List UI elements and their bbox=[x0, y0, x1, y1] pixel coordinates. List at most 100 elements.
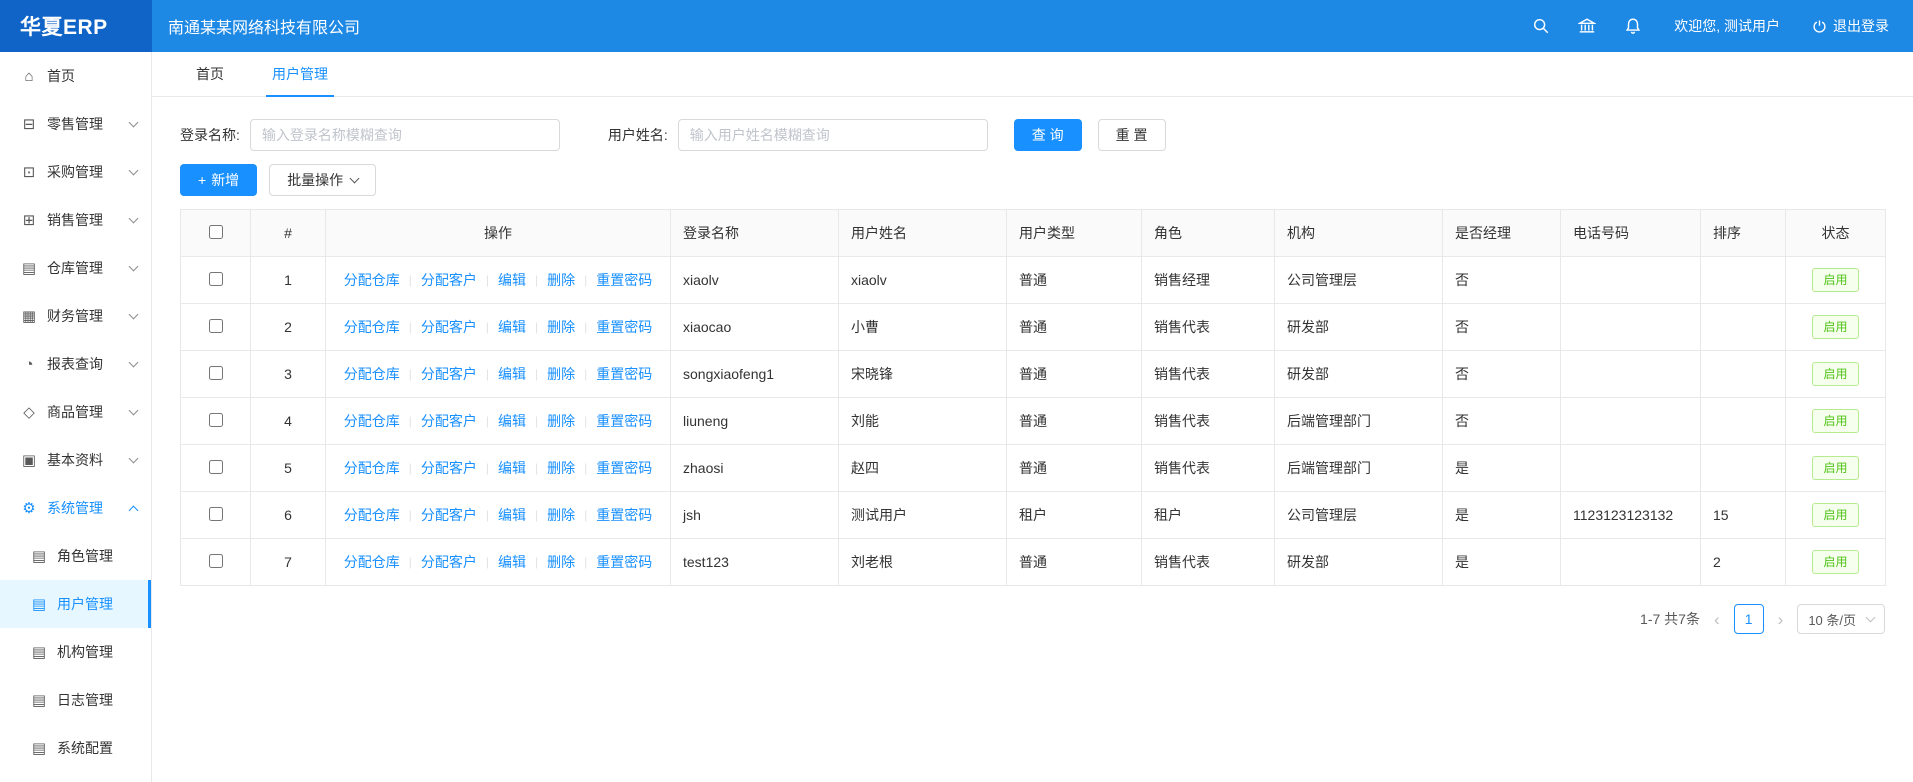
chevron-left-icon[interactable]: ‹ bbox=[1712, 611, 1722, 628]
row-checkbox[interactable] bbox=[209, 366, 223, 380]
doc-icon: ▤ bbox=[30, 643, 48, 661]
sidebar-subitem-user[interactable]: ▤用户管理 bbox=[0, 580, 151, 628]
status-badge[interactable]: 启用 bbox=[1812, 362, 1858, 386]
operations-group: 分配仓库|分配客户|编辑|删除|重置密码 bbox=[338, 458, 658, 478]
bank-icon[interactable] bbox=[1578, 17, 1596, 35]
tab-user-management[interactable]: 用户管理 bbox=[266, 52, 334, 96]
sidebar-subitem-role[interactable]: ▤角色管理 bbox=[0, 532, 151, 580]
edit-link[interactable]: 编辑 bbox=[498, 458, 526, 478]
assign-customer-link[interactable]: 分配客户 bbox=[421, 505, 477, 525]
row-checkbox[interactable] bbox=[209, 460, 223, 474]
sidebar-subitem-config[interactable]: ▤系统配置 bbox=[0, 724, 151, 772]
chevron-right-icon[interactable]: › bbox=[1776, 611, 1786, 628]
delete-link[interactable]: 删除 bbox=[547, 505, 575, 525]
row-checkbox[interactable] bbox=[209, 413, 223, 427]
select-all-checkbox[interactable] bbox=[209, 225, 223, 239]
search-button[interactable]: 查 询 bbox=[1014, 119, 1082, 151]
sidebar-item-label: 财务管理 bbox=[47, 306, 103, 326]
assign-customer-link[interactable]: 分配客户 bbox=[421, 317, 477, 337]
edit-link[interactable]: 编辑 bbox=[498, 317, 526, 337]
page-number-button[interactable]: 1 bbox=[1734, 604, 1764, 634]
column-header: 电话号码 bbox=[1561, 210, 1701, 257]
sidebar-item-report[interactable]: ◔报表查询 bbox=[0, 340, 151, 388]
assign-warehouse-link[interactable]: 分配仓库 bbox=[344, 505, 400, 525]
user-table: #操作登录名称用户姓名用户类型角色机构是否经理电话号码排序状态 1分配仓库|分配… bbox=[180, 209, 1886, 586]
sidebar-item-warehouse[interactable]: ▤仓库管理 bbox=[0, 244, 151, 292]
reset-password-link[interactable]: 重置密码 bbox=[596, 411, 652, 431]
edit-link[interactable]: 编辑 bbox=[498, 552, 526, 572]
assign-customer-link[interactable]: 分配客户 bbox=[421, 411, 477, 431]
delete-link[interactable]: 删除 bbox=[547, 270, 575, 290]
reset-password-link[interactable]: 重置密码 bbox=[596, 552, 652, 572]
reset-password-link[interactable]: 重置密码 bbox=[596, 458, 652, 478]
assign-warehouse-link[interactable]: 分配仓库 bbox=[344, 458, 400, 478]
row-checkbox[interactable] bbox=[209, 554, 223, 568]
op-divider: | bbox=[535, 320, 538, 334]
tab-home[interactable]: 首页 bbox=[190, 52, 230, 96]
login-name-input[interactable] bbox=[250, 119, 560, 151]
assign-customer-link[interactable]: 分配客户 bbox=[421, 458, 477, 478]
cell-phone bbox=[1561, 445, 1701, 492]
assign-warehouse-link[interactable]: 分配仓库 bbox=[344, 411, 400, 431]
chevron-down-icon bbox=[129, 358, 139, 368]
delete-link[interactable]: 删除 bbox=[547, 317, 575, 337]
operations-group: 分配仓库|分配客户|编辑|删除|重置密码 bbox=[338, 270, 658, 290]
assign-warehouse-link[interactable]: 分配仓库 bbox=[344, 317, 400, 337]
logout-button[interactable]: 退出登录 bbox=[1812, 16, 1889, 36]
reset-password-link[interactable]: 重置密码 bbox=[596, 505, 652, 525]
delete-link[interactable]: 删除 bbox=[547, 552, 575, 572]
search-icon[interactable] bbox=[1532, 17, 1550, 35]
page-size-select[interactable]: 10 条/页 bbox=[1797, 604, 1885, 634]
sidebar-item-basic-data[interactable]: ▣基本资料 bbox=[0, 436, 151, 484]
system-icon: ⚙ bbox=[20, 499, 38, 517]
sidebar-subitem-log[interactable]: ▤日志管理 bbox=[0, 676, 151, 724]
row-checkbox[interactable] bbox=[209, 319, 223, 333]
delete-link[interactable]: 删除 bbox=[547, 411, 575, 431]
status-badge[interactable]: 启用 bbox=[1812, 456, 1858, 480]
table-row: 5分配仓库|分配客户|编辑|删除|重置密码zhaosi赵四普通销售代表后端管理部… bbox=[181, 445, 1886, 492]
edit-link[interactable]: 编辑 bbox=[498, 270, 526, 290]
assign-warehouse-link[interactable]: 分配仓库 bbox=[344, 552, 400, 572]
column-header: 操作 bbox=[326, 210, 671, 257]
status-badge[interactable]: 启用 bbox=[1812, 268, 1858, 292]
edit-link[interactable]: 编辑 bbox=[498, 505, 526, 525]
delete-link[interactable]: 删除 bbox=[547, 458, 575, 478]
status-badge[interactable]: 启用 bbox=[1812, 550, 1858, 574]
assign-customer-link[interactable]: 分配客户 bbox=[421, 364, 477, 384]
cell-role: 销售代表 bbox=[1142, 445, 1275, 492]
reset-button[interactable]: 重 置 bbox=[1098, 119, 1166, 151]
batch-actions-button[interactable]: 批量操作 bbox=[269, 164, 376, 196]
assign-customer-link[interactable]: 分配客户 bbox=[421, 270, 477, 290]
sidebar-item-goods[interactable]: ◇商品管理 bbox=[0, 388, 151, 436]
delete-link[interactable]: 删除 bbox=[547, 364, 575, 384]
edit-link[interactable]: 编辑 bbox=[498, 411, 526, 431]
row-checkbox[interactable] bbox=[209, 507, 223, 521]
edit-link[interactable]: 编辑 bbox=[498, 364, 526, 384]
reset-password-link[interactable]: 重置密码 bbox=[596, 270, 652, 290]
add-button-label: 新增 bbox=[211, 170, 239, 190]
row-index-cell: 4 bbox=[251, 398, 326, 445]
sidebar-item-sales[interactable]: ⊞销售管理 bbox=[0, 196, 151, 244]
assign-warehouse-link[interactable]: 分配仓库 bbox=[344, 364, 400, 384]
user-name-input[interactable] bbox=[678, 119, 988, 151]
sidebar-item-purchase[interactable]: ⊡采购管理 bbox=[0, 148, 151, 196]
chevron-down-icon bbox=[129, 406, 139, 416]
assign-warehouse-link[interactable]: 分配仓库 bbox=[344, 270, 400, 290]
add-button[interactable]: + 新增 bbox=[180, 164, 257, 196]
row-checkbox[interactable] bbox=[209, 272, 223, 286]
sidebar-item-home[interactable]: ⌂首页 bbox=[0, 52, 151, 100]
assign-customer-link[interactable]: 分配客户 bbox=[421, 552, 477, 572]
sidebar-subitem-org[interactable]: ▤机构管理 bbox=[0, 628, 151, 676]
sidebar-item-retail[interactable]: ⊟零售管理 bbox=[0, 100, 151, 148]
reset-password-link[interactable]: 重置密码 bbox=[596, 317, 652, 337]
bell-icon[interactable] bbox=[1624, 17, 1642, 35]
status-badge[interactable]: 启用 bbox=[1812, 315, 1858, 339]
sidebar-item-finance[interactable]: ▦财务管理 bbox=[0, 292, 151, 340]
status-badge[interactable]: 启用 bbox=[1812, 409, 1858, 433]
home-icon: ⌂ bbox=[20, 68, 38, 85]
status-badge[interactable]: 启用 bbox=[1812, 503, 1858, 527]
sidebar-item-label: 系统管理 bbox=[47, 498, 103, 518]
op-divider: | bbox=[486, 508, 489, 522]
sidebar-item-system[interactable]: ⚙ 系统管理 bbox=[0, 484, 151, 532]
reset-password-link[interactable]: 重置密码 bbox=[596, 364, 652, 384]
